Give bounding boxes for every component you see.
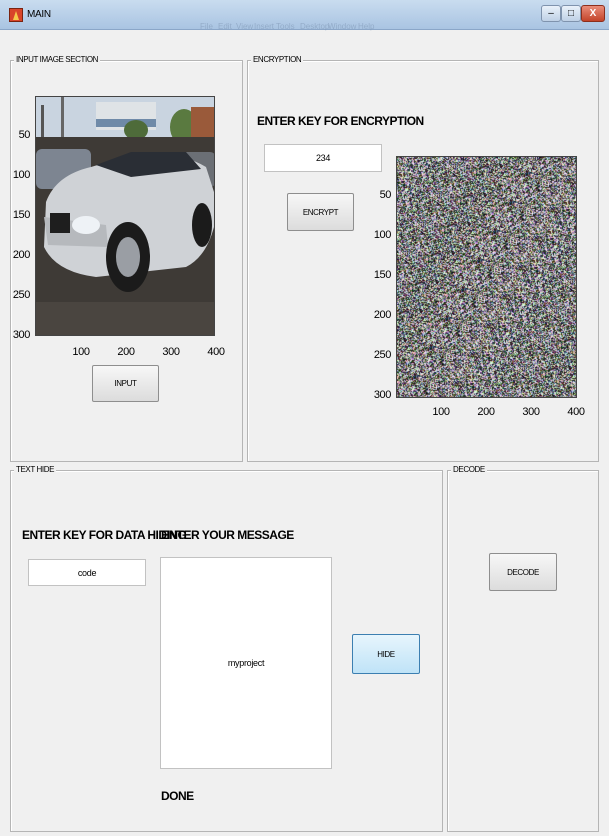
hide-button[interactable]: HIDE	[352, 634, 420, 674]
y-tick-label: 150	[12, 209, 31, 221]
ghost-menu-item: File	[200, 22, 213, 31]
panel-title: ENCRYPTION	[251, 54, 304, 65]
decode-button[interactable]: DECODE	[489, 553, 557, 591]
matlab-app-icon	[9, 8, 23, 22]
ghost-menu-item: View	[236, 22, 254, 31]
y-tick-label: 50	[18, 129, 31, 141]
status-text: DONE	[161, 789, 194, 803]
decode-panel: DECODE	[447, 464, 599, 832]
ghost-menu-item: Insert	[254, 22, 275, 31]
y-tick-label: 100	[12, 169, 31, 181]
minimize-button[interactable]: –	[541, 5, 561, 22]
x-tick-label: 400	[207, 346, 225, 358]
panel-title: INPUT IMAGE SECTION	[14, 54, 101, 65]
ghost-menu-item: Help	[358, 22, 375, 31]
y-tick-label: 150	[373, 269, 392, 281]
ghost-menu-item: Desktop	[300, 22, 330, 31]
x-tick-label: 300	[162, 346, 180, 358]
x-tick-label: 100	[432, 406, 450, 418]
encryption-key-field[interactable]: 234	[264, 144, 382, 172]
y-tick-label: 300	[373, 389, 392, 401]
x-tick-label: 100	[72, 346, 90, 358]
maximize-button[interactable]: □	[561, 5, 581, 22]
y-tick-label: 300	[12, 329, 31, 341]
x-tick-label: 200	[117, 346, 135, 358]
window-title-bar: MAIN File Edit View Insert Tools Desktop Windo…	[0, 0, 609, 31]
window-title: MAIN	[27, 9, 51, 20]
ghost-menu-item: Edit	[218, 22, 232, 31]
encryption-key-label: ENTER KEY FOR ENCRYPTION	[257, 114, 424, 128]
y-tick-label: 250	[373, 349, 392, 361]
message-textarea[interactable]: myproject	[160, 557, 332, 769]
x-tick-label: 400	[567, 406, 585, 418]
y-tick-label: 200	[373, 309, 392, 321]
close-button[interactable]: X	[581, 5, 605, 22]
panel-title: DECODE	[451, 464, 487, 475]
car-photo	[36, 97, 214, 335]
encrypted-image	[396, 156, 577, 398]
ghost-menu-item: Tools	[276, 22, 295, 31]
encrypted-noise-canvas	[397, 157, 576, 397]
panel-title: TEXT HIDE	[14, 464, 57, 475]
x-tick-label: 200	[477, 406, 495, 418]
y-tick-label: 250	[12, 289, 31, 301]
data-hiding-key-field[interactable]: code	[28, 559, 146, 586]
ghost-menu-item: Window	[328, 22, 357, 31]
y-tick-label: 50	[379, 189, 392, 201]
input-button[interactable]: INPUT	[92, 365, 159, 402]
y-tick-label: 200	[12, 249, 31, 261]
encrypt-button[interactable]: ENCRYPT	[287, 193, 354, 231]
y-tick-label: 100	[373, 229, 392, 241]
message-label: ENTER YOUR MESSAGE	[161, 528, 294, 542]
input-car-image	[35, 96, 215, 336]
x-tick-label: 300	[522, 406, 540, 418]
